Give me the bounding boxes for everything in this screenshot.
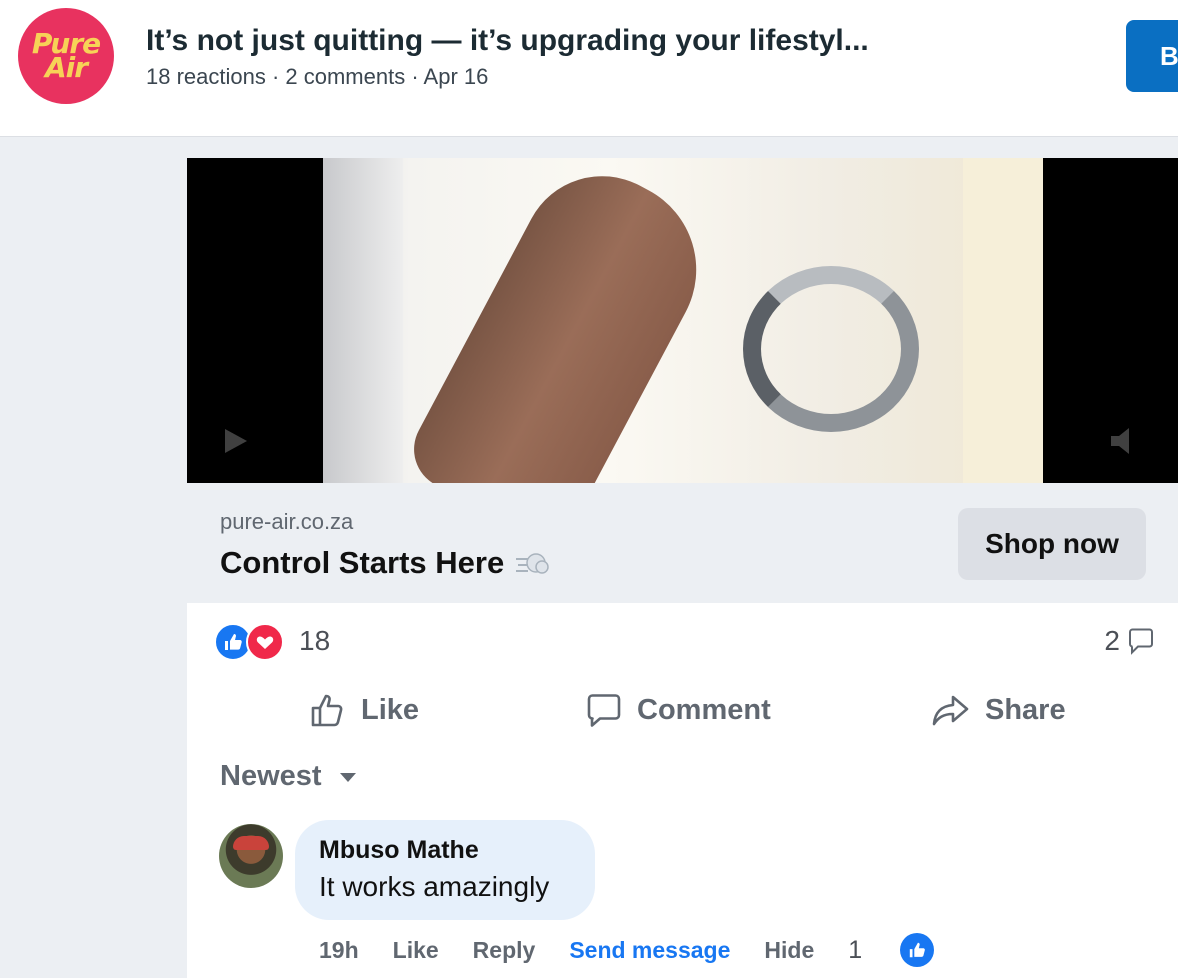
boost-button[interactable]: B: [1126, 20, 1178, 92]
post-header: Pure Air It’s not just quitting — it’s u…: [0, 0, 1178, 137]
like-button[interactable]: Like: [309, 686, 419, 734]
comment-label: Comment: [637, 693, 771, 726]
comment-like-count[interactable]: 1: [848, 933, 935, 967]
link-domain: pure-air.co.za: [220, 509, 354, 534]
comment-button[interactable]: Comment: [585, 686, 771, 734]
video-frame-left: [323, 158, 403, 483]
comment-like-link[interactable]: Like: [393, 937, 439, 964]
post-title[interactable]: It’s not just quitting — it’s upgrading …: [146, 24, 869, 58]
post-card: pure-air.co.za Control Starts Here Shop …: [187, 158, 1178, 978]
video-frame-right: [963, 158, 1043, 483]
play-icon[interactable]: [217, 426, 257, 456]
avatar-cap: [233, 836, 269, 850]
video-arm: [399, 158, 728, 483]
reaction-count[interactable]: 18: [299, 625, 330, 657]
reactions-bar: 18 2: [187, 603, 1178, 683]
video-player[interactable]: [187, 158, 1178, 483]
comment-time[interactable]: 19h: [319, 937, 359, 964]
caret-down-icon: [339, 772, 356, 782]
thumbs-up-icon: [311, 694, 343, 727]
love-reaction-icon: [246, 623, 284, 661]
share-icon: [932, 695, 969, 726]
post-actions: Like Comment Share: [187, 678, 1178, 742]
video-bracelet: [743, 266, 919, 432]
comment-icon: [587, 694, 621, 727]
comment-actions: 19h Like Reply Send message Hide 1: [319, 930, 935, 970]
page-logo[interactable]: Pure Air: [18, 8, 114, 104]
like-label: Like: [361, 693, 420, 726]
volume-icon[interactable]: [1107, 426, 1147, 456]
comment-count-number: 2: [1104, 625, 1120, 656]
send-message-link[interactable]: Send message: [569, 937, 730, 964]
comment-text: It works amazingly: [319, 871, 550, 902]
comment-bubble-icon: [1129, 628, 1153, 655]
video-frame: [323, 158, 1043, 483]
dash-cloud-icon: [516, 553, 549, 574]
share-label: Share: [985, 693, 1066, 726]
link-preview[interactable]: pure-air.co.za Control Starts Here Shop …: [187, 483, 1178, 603]
logo-text-line2: Air: [44, 51, 88, 84]
comment-item: Mbuso Mathe It works amazingly 19h Like …: [187, 820, 1178, 978]
comment-hide-link[interactable]: Hide: [764, 937, 814, 964]
share-button[interactable]: Share: [931, 686, 1066, 734]
post-meta: 18 reactions · 2 comments · Apr 16: [146, 64, 489, 89]
sort-label: Newest: [220, 760, 322, 792]
avatar[interactable]: [219, 824, 283, 888]
comment-count[interactable]: 2: [1104, 625, 1156, 657]
reaction-icons[interactable]: [214, 623, 290, 661]
comment-bubble: Mbuso Mathe It works amazingly: [295, 820, 595, 920]
comment-author[interactable]: Mbuso Mathe: [319, 836, 571, 865]
boost-button-label: B: [1160, 40, 1178, 71]
link-headline: Control Starts Here: [220, 545, 550, 581]
comment-sort-dropdown[interactable]: Newest: [220, 760, 358, 793]
comment-reply-link[interactable]: Reply: [473, 937, 536, 964]
link-headline-text: Control Starts Here: [220, 545, 505, 580]
shop-now-button[interactable]: Shop now: [958, 508, 1146, 580]
like-reaction-icon: [900, 933, 935, 967]
comment-like-number: 1: [848, 935, 863, 964]
